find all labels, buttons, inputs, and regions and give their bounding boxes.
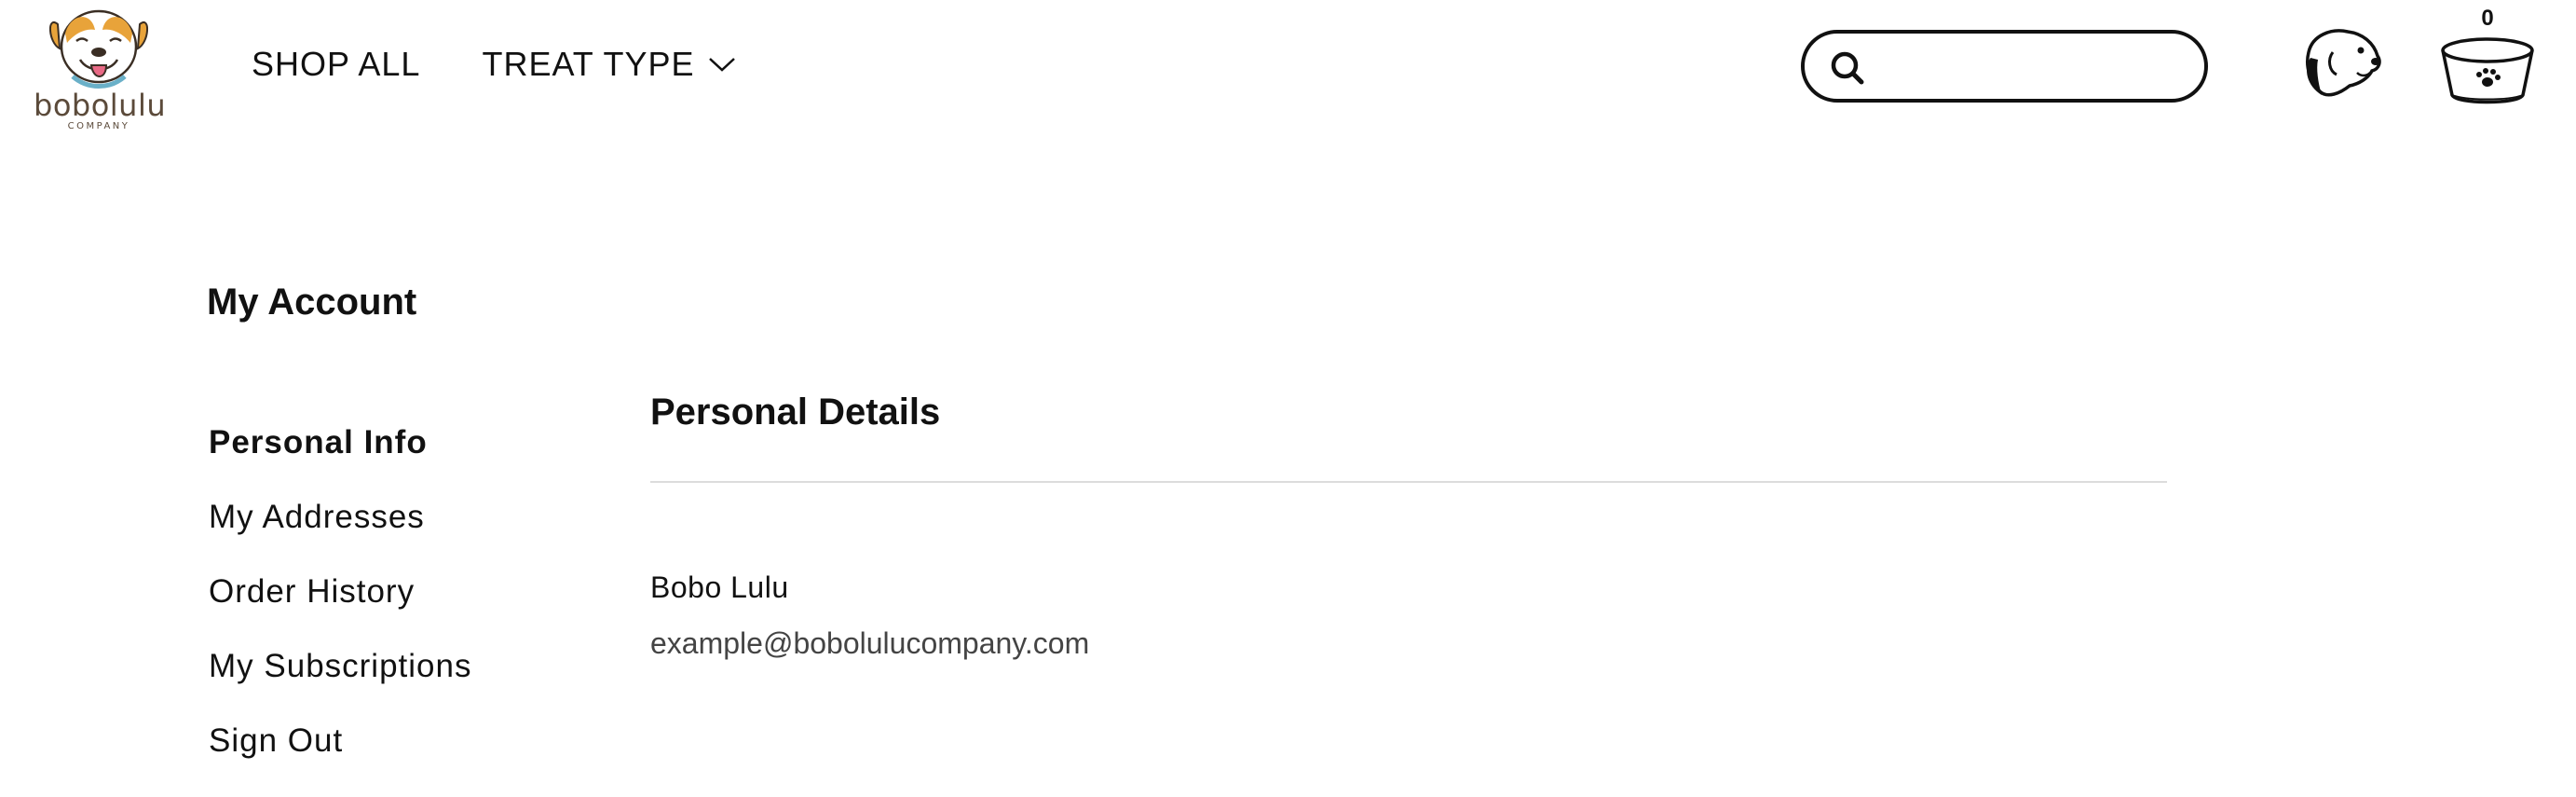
sidebar-item-sign-out[interactable]: Sign Out [209, 722, 563, 797]
sidebar-item-order-history[interactable]: Order History [209, 573, 563, 648]
dog-logo-icon [49, 9, 148, 89]
cart-button[interactable]: 0 [2435, 6, 2540, 108]
dog-head-account-icon[interactable] [2299, 24, 2385, 107]
dog-bowl-cart-icon [2439, 35, 2536, 113]
nav-shop-all-label: SHOP ALL [252, 45, 421, 83]
nav-treat-type-label: TREAT TYPE [482, 45, 695, 83]
search-input[interactable] [1879, 45, 2187, 88]
user-full-name: Bobo Lulu [650, 570, 789, 604]
cart-count-badge: 0 [2481, 6, 2494, 31]
sidebar-item-my-addresses[interactable]: My Addresses [209, 499, 563, 573]
search-box[interactable] [1801, 30, 2208, 103]
page-title: My Account [207, 282, 417, 323]
main-nav: SHOP ALL TREAT TYPE [252, 45, 736, 84]
nav-shop-all[interactable]: SHOP ALL [252, 45, 420, 84]
section-divider [650, 481, 2167, 483]
sidebar-item-personal-info[interactable]: Personal Info [209, 424, 563, 499]
user-email: example@bobolulucompany.com [650, 626, 1090, 660]
brand-tagline: COMPANY [67, 121, 130, 131]
site-header: bobolulu COMPANY SHOP ALL TREAT TYPE 0 [0, 0, 2576, 140]
sidebar-item-my-subscriptions[interactable]: My Subscriptions [209, 648, 563, 722]
chevron-down-icon [708, 56, 736, 73]
brand-logo[interactable]: bobolulu COMPANY [34, 6, 167, 131]
account-sidebar: Personal Info My Addresses Order History… [209, 424, 563, 797]
brand-wordmark: bobolulu [34, 88, 167, 123]
personal-details-heading: Personal Details [650, 392, 941, 433]
search-icon[interactable] [1829, 49, 1866, 91]
nav-treat-type-dropdown[interactable]: TREAT TYPE [482, 45, 735, 84]
